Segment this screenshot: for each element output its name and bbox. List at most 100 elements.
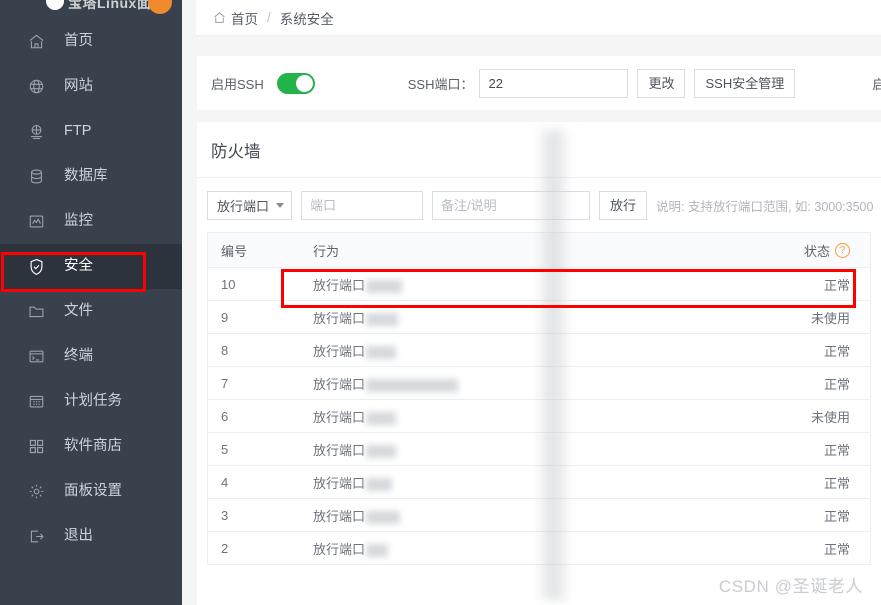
sidebar-item-logout[interactable]: 退出 — [0, 514, 182, 559]
column-header-id: 编号 — [221, 243, 248, 259]
status-badge: 正常 — [823, 508, 850, 524]
calendar-icon — [28, 393, 52, 411]
ftp-icon — [28, 123, 52, 141]
sidebar-item-security[interactable]: 安全 — [0, 244, 182, 289]
rule-type-select[interactable]: 放行端口 — [207, 190, 293, 220]
firewall-add-rule-form: 放行端口 放行 说明: 支持放行端口范围, 如: 3000:3500 — [197, 178, 881, 232]
sidebar-item-label: 首页 — [64, 33, 93, 50]
panel-screen: 宝塔Linux面板 首页网站 FTP 数据库监控安全文件终端计划任务软件商店面板设置… — [0, 0, 881, 605]
rule-action: 放行端口 — [313, 539, 765, 558]
firewall-card: 防火墙 放行端口 放行 说明: 支持放行端口范围, 如: 3000:3500 编… — [197, 122, 881, 605]
logo-icon — [46, 0, 64, 10]
sidebar-item-label: 监控 — [64, 213, 93, 230]
sidebar-item-appstore[interactable]: 软件商店 — [0, 424, 182, 469]
sidebar-item-ftp[interactable]: FTP — [0, 109, 182, 154]
redacted-value — [366, 279, 403, 293]
gear-icon — [28, 483, 52, 501]
chevron-down-icon — [276, 202, 285, 208]
ssh-port-label: SSH端口： — [407, 76, 474, 92]
sidebar-item-settings[interactable]: 面板设置 — [0, 469, 182, 514]
allow-rule-button[interactable]: 放行 — [599, 190, 648, 220]
sidebar-item-label: 软件商店 — [64, 438, 122, 455]
rule-id: 2 — [221, 540, 229, 556]
sidebar-logo-bar: 宝塔Linux面板 — [0, 0, 182, 19]
database-icon — [28, 168, 52, 186]
sidebar-item-label: FTP — [64, 123, 92, 140]
rule-type-value: 放行端口 — [217, 198, 270, 214]
table-row[interactable]: 2 放行端口 正常 — [208, 532, 870, 565]
status-badge: 未使用 — [810, 409, 850, 425]
rule-id: 8 — [221, 342, 229, 358]
rule-id: 3 — [221, 507, 229, 523]
watermark: CSDN @圣诞老人 — [718, 577, 863, 596]
ping-switch-label: 启用禁ping — [872, 76, 881, 92]
table-row[interactable]: 6 放行端口 未使用 — [208, 400, 870, 433]
sidebar-item-files[interactable]: 文件 — [0, 289, 182, 334]
rule-action: 放行端口 — [313, 308, 765, 327]
rule-action-text: 放行端口 — [313, 508, 366, 524]
ssh-security-manage-button[interactable]: SSH安全管理 — [694, 68, 796, 98]
rule-action: 放行端口 — [313, 506, 765, 525]
rule-action: 放行端口 — [313, 341, 765, 360]
status-badge: 未使用 — [810, 310, 850, 326]
column-header-action: 行为 — [313, 243, 340, 259]
note-input[interactable] — [432, 190, 591, 220]
status-badge: 正常 — [823, 376, 850, 392]
table-header-row: 编号 行为 状态 ? — [208, 233, 870, 268]
sidebar-item-label: 文件 — [64, 303, 93, 320]
sidebar-item-label: 安全 — [64, 258, 93, 275]
table-row[interactable]: 9 放行端口 未使用 — [208, 301, 870, 334]
ssh-port-input[interactable] — [479, 68, 629, 98]
status-badge: 正常 — [823, 442, 850, 458]
table-row[interactable]: 4 放行端口 正常 — [208, 466, 870, 499]
port-input[interactable] — [301, 190, 424, 220]
redacted-value — [366, 411, 397, 425]
column-header-status: 状态 ? — [765, 241, 870, 260]
rule-id: 5 — [221, 441, 229, 457]
sidebar-item-label: 终端 — [64, 348, 93, 365]
rule-action-text: 放行端口 — [313, 343, 366, 359]
rule-action-text: 放行端口 — [313, 376, 366, 392]
redacted-value — [366, 312, 399, 326]
status-badge: 正常 — [823, 475, 850, 491]
toggle-knob — [295, 74, 313, 92]
home-icon — [28, 33, 52, 51]
rule-action-text: 放行端口 — [313, 409, 366, 425]
table-row[interactable]: 10 放行端口 正常 — [208, 268, 870, 301]
sidebar-item-crontab[interactable]: 计划任务 — [0, 379, 182, 424]
sidebar-nav: 首页网站 FTP 数据库监控安全文件终端计划任务软件商店面板设置 退出 — [0, 19, 182, 559]
rule-action: 放行端口 — [313, 275, 765, 294]
sidebar: 宝塔Linux面板 首页网站 FTP 数据库监控安全文件终端计划任务软件商店面板设置… — [0, 0, 182, 605]
table-row[interactable]: 7 放行端口 正常 — [208, 367, 870, 400]
ssh-panel: 启用SSH SSH端口： 更改 SSH安全管理 启用禁ping — [197, 56, 881, 110]
sidebar-item-monitor[interactable]: 监控 — [0, 199, 182, 244]
globe-icon — [28, 78, 52, 96]
rule-id: 7 — [221, 375, 229, 391]
rule-action-text: 放行端口 — [313, 277, 366, 293]
help-icon[interactable]: ? — [835, 242, 850, 258]
sidebar-item-terminal[interactable]: 终端 — [0, 334, 182, 379]
rule-action-text: 放行端口 — [313, 442, 366, 458]
change-port-button[interactable]: 更改 — [637, 68, 686, 98]
status-badge: 正常 — [823, 541, 850, 557]
monitor-icon — [28, 213, 52, 231]
sidebar-item-database[interactable]: 数据库 — [0, 154, 182, 199]
breadcrumb-separator: / — [267, 10, 271, 25]
sidebar-item-website[interactable]: 网站 — [0, 64, 182, 109]
table-row[interactable]: 8 放行端口 正常 — [208, 334, 870, 367]
redacted-value — [366, 444, 397, 458]
rule-id: 10 — [221, 276, 236, 292]
rule-action: 放行端口 — [313, 374, 765, 393]
rule-action: 放行端口 — [313, 440, 765, 459]
apps-icon — [28, 438, 52, 456]
table-row[interactable]: 5 放行端口 正常 — [208, 433, 870, 466]
ssh-enable-toggle[interactable] — [276, 72, 315, 94]
rule-action-text: 放行端口 — [313, 310, 366, 326]
breadcrumb-home-link[interactable]: 首页 — [231, 8, 258, 28]
logout-icon — [28, 528, 52, 546]
rule-action-text: 放行端口 — [313, 541, 366, 557]
sidebar-item-home[interactable]: 首页 — [0, 19, 182, 64]
rule-id: 9 — [221, 309, 229, 325]
table-row[interactable]: 3 放行端口 正常 — [208, 499, 870, 532]
sidebar-item-label: 网站 — [64, 78, 93, 95]
